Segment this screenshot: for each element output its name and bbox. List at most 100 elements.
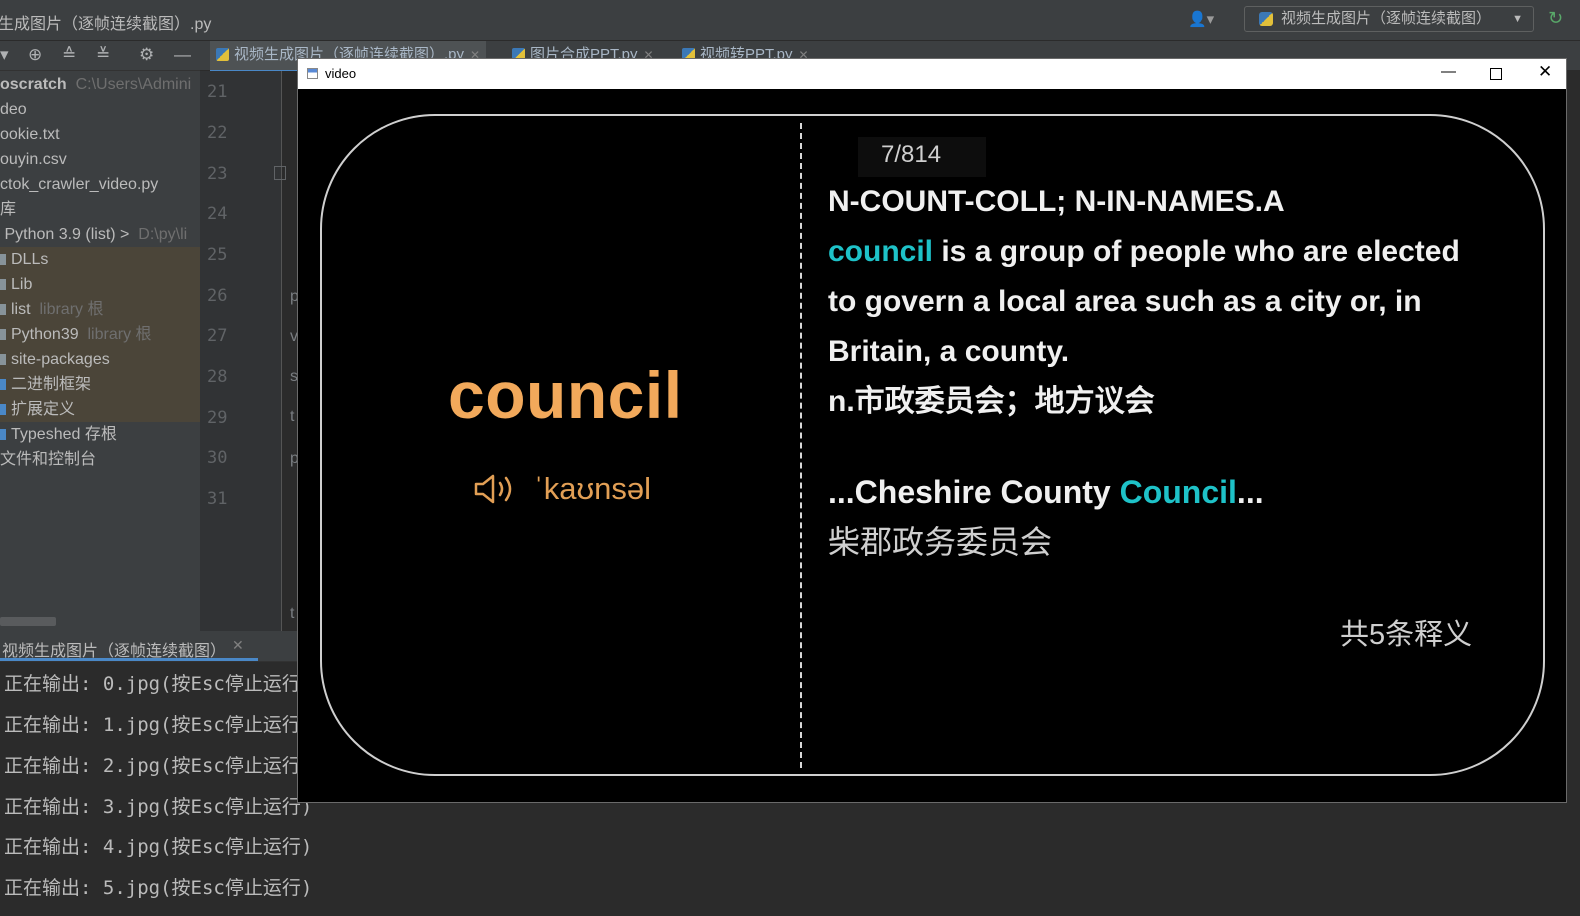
dropdown-arrow-icon[interactable]: ▾ (0, 45, 9, 65)
tree-item-label: deo (0, 101, 27, 118)
tree-item-path: C:\Users\Admini (75, 76, 192, 93)
tree-item[interactable]: DLLs (0, 247, 200, 272)
phonetic-transcription: ˈkaʊnsəl (533, 471, 652, 506)
close-icon[interactable]: ✕ (232, 637, 244, 654)
video-window-title: video (325, 66, 357, 81)
pronunciation-row: ˈkaʊnsəl (473, 471, 651, 511)
speaker-icon[interactable] (473, 472, 519, 506)
console-line: 正在输出: 5.jpg(按Esc停止运行) (4, 877, 313, 899)
tree-item-label: Python39 (11, 326, 79, 343)
ide-window-title: 生成图片（逐帧连续截图）.py (0, 16, 212, 33)
fold-marker-icon[interactable] (274, 166, 286, 180)
tree-item[interactable]: 扩展定义 (0, 397, 200, 422)
tree-item[interactable]: 文件和控制台 (0, 447, 200, 472)
definition: N-COUNT-COLL; N-IN-NAMES.A council is a … (828, 177, 1488, 427)
python-file-icon (216, 48, 229, 61)
card-divider (800, 123, 802, 768)
ide-title-bar: 生成图片（逐帧连续截图）.py 👤▾ 视频生成图片（逐帧连续截图） ▼ ↻ (0, 0, 1580, 41)
video-window-titlebar[interactable]: video — ✕ (298, 59, 1566, 89)
line-number: 24 (207, 204, 228, 224)
tree-item[interactable]: 二进制框架 (0, 372, 200, 397)
tree-item-label: 文件和控制台 (0, 451, 97, 468)
tree-item[interactable]: Typeshed 存根 (0, 422, 200, 447)
line-number: 25 (207, 245, 228, 265)
definition-grammar: N-COUNT-COLL; N-IN-NAMES.A (828, 185, 1285, 218)
tree-item-label: 扩展定义 (11, 401, 76, 418)
tree-item-tag: library 根 (39, 301, 104, 318)
run-configuration-select[interactable]: 视频生成图片（逐帧连续截图） ▼ (1244, 6, 1534, 32)
maximize-button[interactable] (1490, 68, 1502, 80)
tree-item-python-interpreter[interactable]: Python 3.9 (list) > D:\py\li (0, 222, 200, 247)
code-fragment: t (290, 408, 295, 425)
console-line: 正在输出: 3.jpg(按Esc停止运行) (4, 796, 313, 818)
project-tree: oscratch C:\Users\Admini deo ookie.txt o… (0, 71, 200, 631)
line-number: 29 (207, 408, 228, 428)
line-number: 23 (207, 164, 228, 184)
example-sentence: ...Cheshire County Council... (828, 467, 1488, 517)
locate-icon[interactable]: ⊕ (28, 45, 42, 65)
tree-item-label: Python 3.9 (list) > (4, 226, 130, 243)
close-button[interactable]: ✕ (1538, 62, 1552, 82)
gear-icon[interactable]: ⚙ (139, 45, 154, 65)
tree-item-tag: library 根 (87, 326, 152, 343)
folder-icon (0, 429, 6, 440)
folder-icon (0, 354, 6, 365)
console-line: 正在输出: 1.jpg(按Esc停止运行) (4, 714, 313, 736)
line-number: 30 (207, 448, 228, 468)
expand-all-icon[interactable]: ≙ (62, 45, 76, 65)
console-line: 正在输出: 4.jpg(按Esc停止运行) (4, 836, 313, 858)
tree-item[interactable]: site-packages (0, 347, 200, 372)
console-line: 正在输出: 2.jpg(按Esc停止运行) (4, 755, 313, 777)
tree-item[interactable]: ctok_crawler_video.py (0, 172, 200, 197)
tree-item-label: ouyin.csv (0, 151, 67, 168)
tree-item-label: 库 (0, 201, 17, 218)
tree-item-label: Lib (11, 276, 33, 293)
gutter-divider (281, 71, 282, 631)
example-highlight: Council (1119, 474, 1237, 510)
tree-item[interactable]: Python39 library 根 (0, 322, 200, 347)
code-editor[interactable] (282, 71, 297, 631)
definition-count: 共5条释义 (1340, 619, 1473, 651)
definition-highlight: council (828, 235, 934, 268)
tree-item[interactable]: ookie.txt (0, 122, 200, 147)
example-chinese: 柴郡政务委员会 (828, 524, 1053, 560)
folder-icon (0, 304, 6, 315)
tree-item[interactable]: ouyin.csv (0, 147, 200, 172)
line-number: 27 (207, 326, 228, 346)
user-icon[interactable]: 👤▾ (1188, 10, 1214, 28)
folder-icon (0, 379, 6, 390)
console-line: 正在输出: 0.jpg(按Esc停止运行) (4, 673, 313, 695)
run-configuration-label: 视频生成图片（逐帧连续截图） (1281, 10, 1492, 27)
rerun-icon[interactable]: ↻ (1548, 8, 1563, 29)
line-number: 22 (207, 123, 228, 143)
tree-item[interactable]: list library 根 (0, 297, 200, 322)
card-counter: 7/814 (881, 141, 942, 168)
folder-icon (0, 279, 6, 290)
tree-item-label: 二进制框架 (11, 376, 92, 393)
tree-scrollbar[interactable] (0, 617, 56, 626)
line-number: 31 (207, 489, 228, 509)
editor-gutter: 21 22 23 24 25 26 27 28 29 30 31 (200, 71, 282, 631)
python-file-icon (1259, 12, 1273, 26)
line-number: 21 (207, 82, 228, 102)
tree-item-label: ookie.txt (0, 126, 60, 143)
tree-item-scratch[interactable]: oscratch C:\Users\Admini (0, 72, 200, 97)
hide-panel-icon[interactable]: — (174, 45, 191, 65)
tree-item[interactable]: deo (0, 97, 200, 122)
example-text-end: ... (1236, 474, 1264, 510)
collapse-all-icon[interactable]: ≚ (96, 45, 110, 65)
tree-item-label: Typeshed 存根 (11, 426, 117, 443)
folder-icon (0, 254, 6, 265)
project-toolbar: ▾ ⊕ ≙ ≚ ⚙ — (0, 41, 200, 71)
code-fragment: t (290, 605, 295, 622)
line-number: 28 (207, 367, 228, 387)
headword: council (448, 358, 683, 432)
tree-item-label: oscratch (0, 76, 67, 93)
example-text: ...Cheshire County (828, 474, 1120, 510)
tree-item-label: site-packages (11, 351, 110, 368)
tree-item-path: D:\py\li (138, 226, 188, 243)
tree-item[interactable]: Lib (0, 272, 200, 297)
tree-item-label: DLLs (11, 251, 49, 268)
tree-item[interactable]: 库 (0, 197, 200, 222)
minimize-button[interactable]: — (1441, 63, 1456, 80)
